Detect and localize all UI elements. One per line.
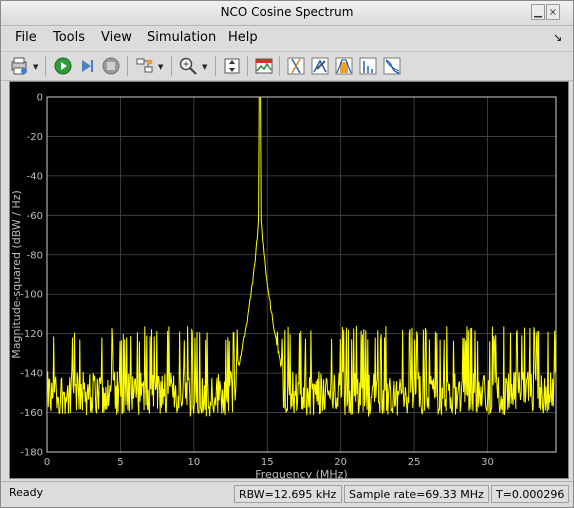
- toolbar: ▼ ▼ ▼: [1, 51, 573, 81]
- ccdf-icon[interactable]: [382, 56, 402, 76]
- y-tick-label: -180: [20, 448, 43, 459]
- x-tick-label: 25: [408, 457, 421, 468]
- chevron-down-icon[interactable]: ▼: [158, 63, 163, 71]
- spectrum-trace: [46, 96, 557, 417]
- y-tick-label: -60: [27, 211, 43, 222]
- rbw-readout: RBW=12.695 kHz: [234, 485, 342, 503]
- menu-simulation[interactable]: Simulation: [147, 30, 216, 45]
- x-axis-label: Frequency (MHz): [255, 468, 347, 478]
- toolbar-separator: [171, 56, 172, 76]
- y-tick-label: -40: [27, 171, 43, 182]
- toolbar-separator: [215, 56, 216, 76]
- stop-icon[interactable]: [101, 56, 121, 76]
- menu-file[interactable]: File: [15, 30, 37, 45]
- y-tick-label: -120: [20, 329, 43, 340]
- y-tick-label: -100: [20, 290, 43, 301]
- toolbar-separator: [127, 56, 128, 76]
- minimize-icon[interactable]: ▁: [531, 4, 545, 20]
- run-icon[interactable]: [53, 56, 73, 76]
- y-tick-label: -140: [20, 369, 43, 380]
- chevron-down-icon[interactable]: ▼: [202, 63, 207, 71]
- channel-measurements-icon[interactable]: [334, 56, 354, 76]
- menu-tools[interactable]: Tools: [53, 30, 85, 45]
- status-bar: Ready RBW=12.695 kHz Sample rate=69.33 M…: [1, 481, 573, 507]
- dock-arrow-icon[interactable]: ↘: [553, 31, 562, 44]
- step-forward-icon[interactable]: [77, 56, 97, 76]
- status-state: Ready: [9, 486, 44, 499]
- y-tick-label: -80: [27, 250, 43, 261]
- close-icon[interactable]: ×: [546, 4, 560, 20]
- toolbar-separator: [279, 56, 280, 76]
- spectrum-plot[interactable]: 0 -20 -40 -60 -80 -100 -120 -140 -160 -180 0 5 10 15…: [10, 82, 568, 481]
- scope-window: NCO Cosine Spectrum ▁ × File Tools View …: [0, 0, 574, 508]
- zoom-in-icon[interactable]: [178, 56, 198, 76]
- toolbar-separator: [45, 56, 46, 76]
- x-tick-label: 0: [44, 457, 50, 468]
- highlight-block-icon[interactable]: [135, 56, 155, 76]
- x-tick-label: 10: [187, 457, 200, 468]
- x-tick-label: 30: [481, 457, 494, 468]
- x-tick-label: 15: [261, 457, 274, 468]
- spectrum-settings-icon[interactable]: [254, 56, 274, 76]
- x-tick-label: 20: [334, 457, 347, 468]
- zoom-fit-icon[interactable]: [222, 56, 242, 76]
- menu-bar: File Tools View Simulation Help ↘: [1, 26, 573, 50]
- distortion-measurements-icon[interactable]: [358, 56, 378, 76]
- y-tick-label: -20: [27, 132, 43, 143]
- y-axis-label: Magnitude-squared (dBW / Hz): [10, 190, 23, 359]
- y-tick-labels: 0 -20 -40 -60 -80 -100 -120 -140 -160 -180: [20, 93, 43, 459]
- cursor-measurements-icon[interactable]: [286, 56, 306, 76]
- toolbar-separator: [247, 56, 248, 76]
- peak-finder-icon[interactable]: [310, 56, 330, 76]
- title-bar[interactable]: NCO Cosine Spectrum ▁ ×: [1, 1, 573, 26]
- print-icon[interactable]: [9, 56, 29, 76]
- x-tick-label: 5: [117, 457, 123, 468]
- y-tick-label: -160: [20, 408, 43, 419]
- menu-view[interactable]: View: [101, 30, 132, 45]
- chevron-down-icon[interactable]: ▼: [33, 63, 38, 71]
- sample-rate-readout: Sample rate=69.33 MHz: [344, 485, 489, 503]
- plot-area[interactable]: 0 -20 -40 -60 -80 -100 -120 -140 -160 -180 0 5 10 15…: [9, 81, 569, 481]
- x-tick-labels: 0 5 10 15 20 25 30: [44, 457, 494, 468]
- window-title: NCO Cosine Spectrum: [220, 5, 354, 19]
- y-tick-label: 0: [37, 93, 43, 104]
- time-readout: T=0.000296: [491, 485, 569, 503]
- menu-help[interactable]: Help: [228, 30, 258, 45]
